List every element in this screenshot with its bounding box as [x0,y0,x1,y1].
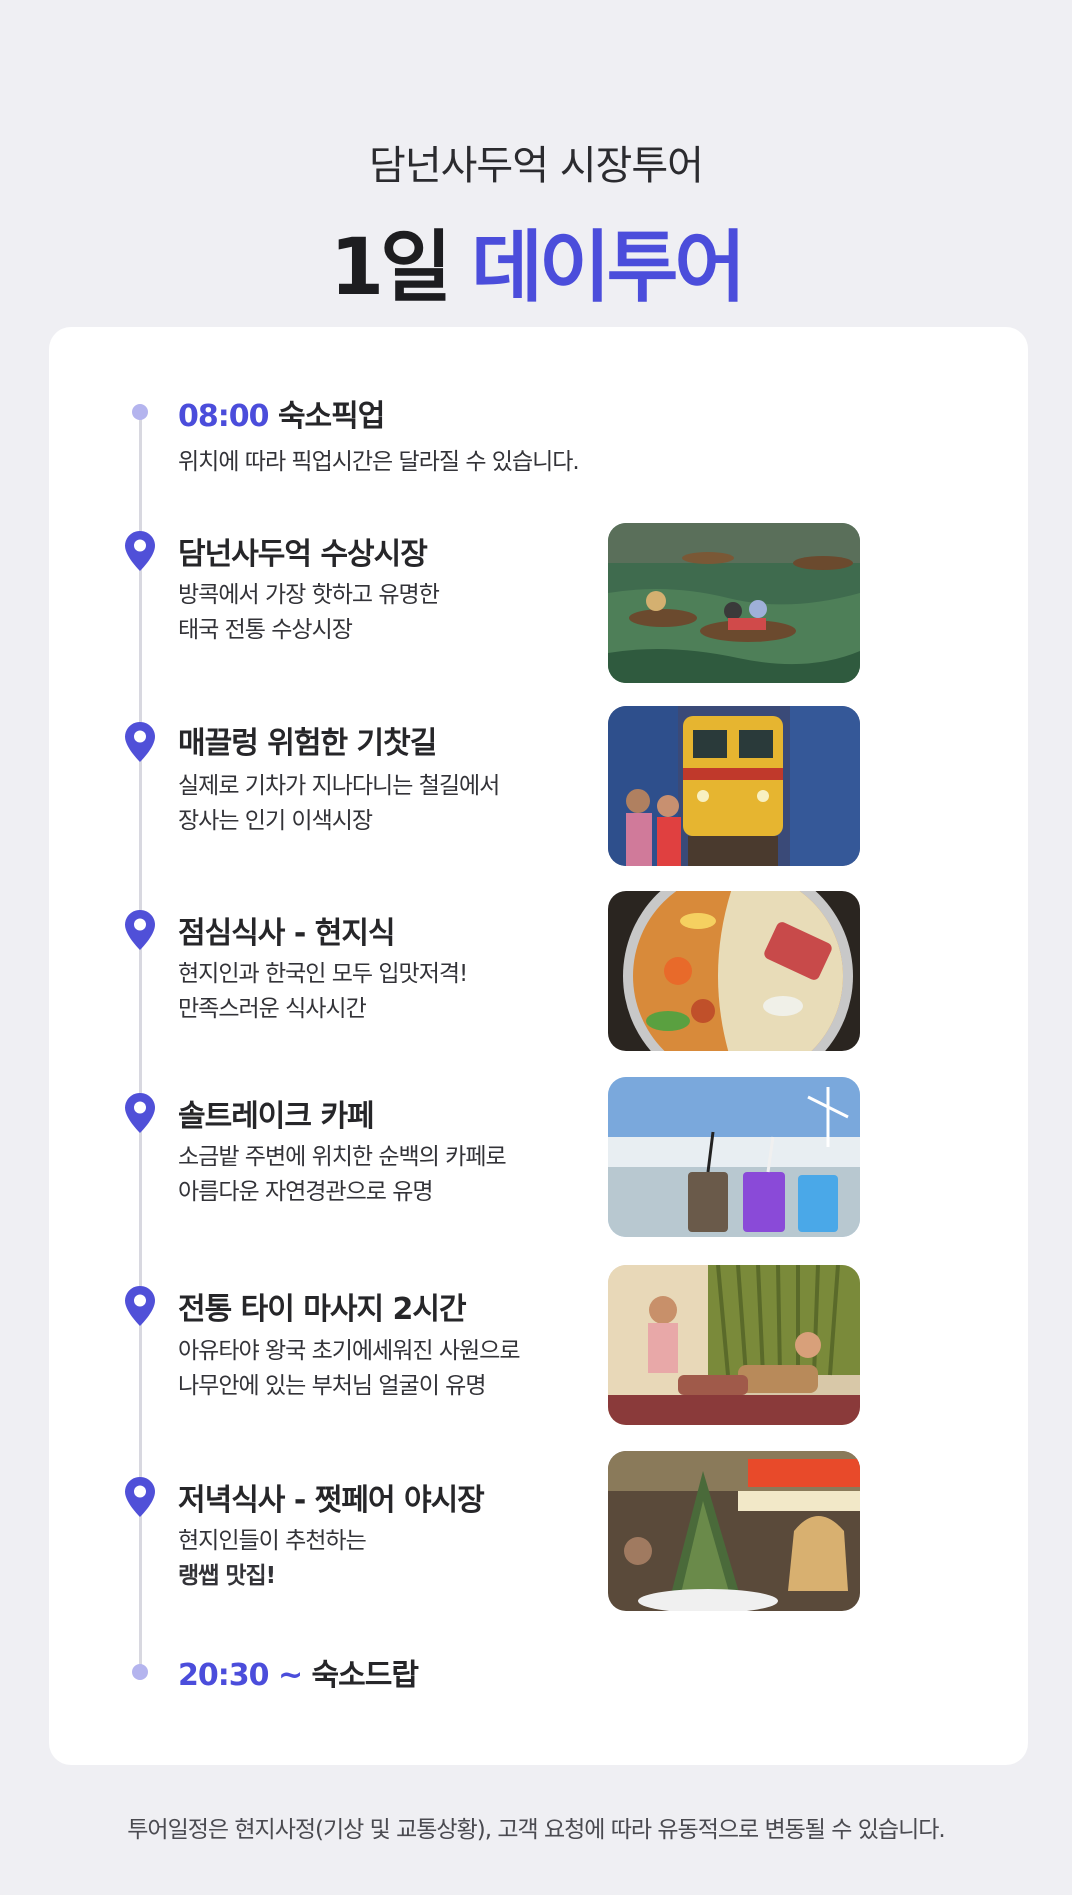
night-market-dinner-photo [608,1451,860,1611]
stop-desc-line: 랭쌥 맛집! [178,1563,276,1589]
stop-desc-line: 장사는 인기 이색시장 [178,808,373,834]
railway-market-photo [608,706,860,866]
stop-desc-line: 아유타야 왕국 초기에세워진 사원으로 [178,1338,520,1364]
dropoff-row: 20:30 ~ 숙소드랍 [178,1650,419,1694]
stop-description: 현지인들이 추천하는 랭쌥 맛집! [178,1524,367,1594]
pickup-row: 08:00 숙소픽업 [178,391,385,435]
stop-desc-line: 현지인과 한국인 모두 입맛저격! [178,961,468,987]
stop-desc-line: 태국 전통 수상시장 [178,617,353,643]
stop-description: 소금밭 주변에 위치한 순백의 카페로 아름다운 자연경관으로 유명 [178,1140,507,1210]
timeline-dot-icon [132,404,148,420]
stop-desc-line: 현지인들이 추천하는 [178,1528,367,1554]
stop-description: 방콕에서 가장 핫하고 유명한 태국 전통 수상시장 [178,578,440,648]
stop-description: 현지인과 한국인 모두 입맛저격! 만족스러운 식사시간 [178,957,468,1027]
footer-note: 투어일정은 현지사정(기상 및 교통상황), 고객 요청에 따라 유동적으로 변… [127,1817,945,1843]
lunch-hotpot-photo [608,891,860,1051]
stop-desc-line: 방콕에서 가장 핫하고 유명한 [178,582,440,608]
stop-title: 저녁식사 - 쩟페어 야시장 [178,1483,485,1518]
page-title: 1일 데이투어 [0,205,1072,317]
pickup-label: 숙소픽업 [277,399,385,434]
stop-title: 전통 타이 마사지 2시간 [178,1292,467,1327]
stop-desc-line: 실제로 기차가 지나다니는 철길에서 [178,773,500,799]
dropoff-time: 20:30 ~ [178,1658,303,1693]
location-pin-icon [124,1476,156,1518]
stop-desc-line: 만족스러운 식사시간 [178,996,367,1022]
dropoff-label: 숙소드랍 [311,1658,419,1693]
stop-desc-line: 나무안에 있는 부처님 얼굴이 유명 [178,1373,486,1399]
title-dark-part: 1일 [329,223,452,313]
stop-description: 아유타야 왕국 초기에세워진 사원으로 나무안에 있는 부처님 얼굴이 유명 [178,1334,520,1404]
stop-title: 점심식사 - 현지식 [178,916,396,951]
stop-title: 솔트레이크 카페 [178,1099,375,1134]
stop-description: 실제로 기차가 지나다니는 철길에서 장사는 인기 이색시장 [178,769,500,839]
page-subtitle: 담넌사두억 시장투어 [369,143,704,189]
pickup-time: 08:00 [178,399,269,434]
pickup-note: 위치에 따라 픽업시간은 달라질 수 있습니다. [178,449,580,475]
title-accent-part: 데이투어 [471,223,746,313]
timeline-dot-icon [132,1664,148,1680]
salt-lake-cafe-photo [608,1077,860,1237]
location-pin-icon [124,909,156,951]
stop-title: 담넌사두억 수상시장 [178,537,428,572]
location-pin-icon [124,721,156,763]
stop-title: 매끌렁 위험한 기찻길 [178,726,437,761]
stop-desc-line: 소금밭 주변에 위치한 순백의 카페로 [178,1144,507,1170]
location-pin-icon [124,1285,156,1327]
location-pin-icon [124,1092,156,1134]
thai-massage-photo [608,1265,860,1425]
stop-desc-line: 아름다운 자연경관으로 유명 [178,1179,434,1205]
location-pin-icon [124,530,156,572]
floating-market-photo [608,523,860,683]
